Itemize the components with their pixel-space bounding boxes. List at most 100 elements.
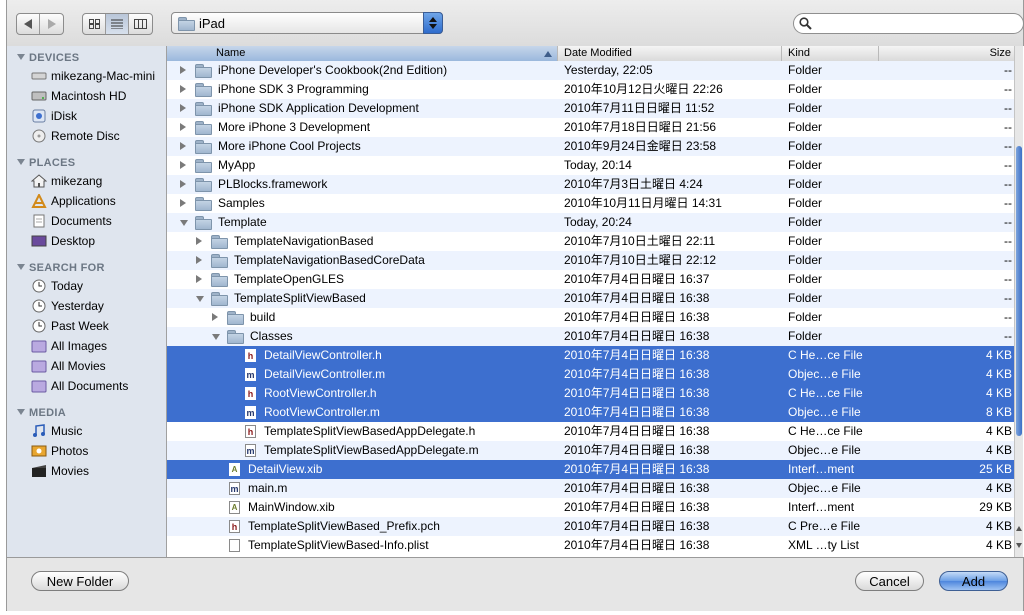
- disclosure-open-icon[interactable]: [196, 296, 204, 302]
- disclosure-closed-icon[interactable]: [196, 275, 202, 283]
- sidebar-section-places[interactable]: PLACES: [17, 157, 75, 169]
- table-row[interactable]: h RootViewController.h 2010年7月4日日曜日 16:38 C…: [167, 384, 1017, 403]
- scrollbar-thumb[interactable]: [1016, 146, 1022, 436]
- sidebar-item-all-images[interactable]: All Images: [31, 337, 107, 355]
- sidebar-item-mac-mini[interactable]: mikezang-Mac-mini: [31, 67, 155, 85]
- sidebar-item-documents[interactable]: Documents: [31, 212, 112, 230]
- sidebar-item-label: Photos: [51, 444, 89, 458]
- cancel-button[interactable]: Cancel: [855, 571, 924, 591]
- table-row[interactable]: A DetailView.xib 2010年7月4日日曜日 16:38 Interf……: [167, 460, 1017, 479]
- sidebar-item-desktop[interactable]: Desktop: [31, 232, 95, 250]
- sidebar-item-past-week[interactable]: Past Week: [31, 317, 109, 335]
- sidebar-item-music[interactable]: Music: [31, 422, 82, 440]
- file-name: DetailView.xib: [248, 462, 323, 476]
- forward-button[interactable]: [40, 14, 63, 34]
- sidebar-item-today[interactable]: Today: [31, 277, 83, 295]
- size-cell: 29 KB: [979, 500, 1012, 514]
- sidebar-item-macintosh-hd[interactable]: Macintosh HD: [31, 87, 126, 105]
- name-cell: More iPhone Cool Projects: [180, 137, 557, 156]
- sidebar-section-devices[interactable]: DEVICES: [17, 52, 79, 64]
- table-row[interactable]: Samples 2010年10月11日月曜日 14:31 Folder --: [167, 194, 1017, 213]
- view-mode-control: [82, 13, 153, 35]
- table-row[interactable]: TemplateSplitViewBased-Info.plist 2010年7月…: [167, 536, 1017, 555]
- location-popup[interactable]: iPad: [171, 12, 443, 34]
- icon-view-button[interactable]: [83, 14, 106, 34]
- scroll-up-icon[interactable]: [1016, 526, 1022, 531]
- h-file-icon: h: [245, 349, 256, 362]
- disclosure-closed-icon[interactable]: [196, 237, 202, 245]
- table-row[interactable]: h DetailViewController.h 2010年7月4日日曜日 16:3…: [167, 346, 1017, 365]
- table-row[interactable]: TemplateOpenGLES 2010年7月4日日曜日 16:37 Folder…: [167, 270, 1017, 289]
- back-button[interactable]: [17, 14, 40, 34]
- new-folder-button[interactable]: New Folder: [31, 571, 129, 591]
- scroll-down-icon[interactable]: [1016, 543, 1022, 548]
- date-cell: 2010年7月4日日曜日 16:38: [564, 424, 710, 438]
- column-header-size[interactable]: Size: [879, 46, 1017, 62]
- table-row[interactable]: iPhone SDK Application Development 2010年7…: [167, 99, 1017, 118]
- disclosure-closed-icon[interactable]: [180, 161, 186, 169]
- disclosure-open-icon[interactable]: [180, 220, 188, 226]
- disclosure-closed-icon[interactable]: [180, 199, 186, 207]
- location-popup-arrows[interactable]: [423, 12, 443, 34]
- disclosure-closed-icon[interactable]: [180, 85, 186, 93]
- sidebar-item-movies[interactable]: Movies: [31, 462, 89, 480]
- disclosure-closed-icon[interactable]: [212, 313, 218, 321]
- table-row[interactable]: m main.m 2010年7月4日日曜日 16:38 Objec…e File 4 K…: [167, 479, 1017, 498]
- add-button[interactable]: Add: [939, 571, 1008, 591]
- sidebar-item-photos[interactable]: Photos: [31, 442, 88, 460]
- column-header-kind[interactable]: Kind: [782, 46, 879, 62]
- list-view-button[interactable]: [106, 14, 129, 34]
- disclosure-open-icon[interactable]: [212, 334, 220, 340]
- table-row[interactable]: iPhone SDK 3 Programming 2010年10月12日火曜日 2…: [167, 80, 1017, 99]
- table-row[interactable]: MyApp Today, 20:14 Folder --: [167, 156, 1017, 175]
- table-row[interactable]: TemplateSplitViewBased 2010年7月4日日曜日 16:38…: [167, 289, 1017, 308]
- table-row[interactable]: iPhone Developer's Cookbook(2nd Edition)…: [167, 61, 1017, 80]
- date-cell: 2010年7月4日日曜日 16:38: [564, 500, 710, 514]
- table-row[interactable]: PLBlocks.framework 2010年7月3日土曜日 4:24 Folde…: [167, 175, 1017, 194]
- vertical-scrollbar[interactable]: [1014, 46, 1023, 557]
- table-row[interactable]: h TemplateSplitViewBasedAppDelegate.h 2010…: [167, 422, 1017, 441]
- sidebar-item-label: Music: [51, 424, 83, 438]
- table-row[interactable]: h TemplateSplitViewBased_Prefix.pch 2010年7…: [167, 517, 1017, 536]
- kind-cell: Folder: [788, 329, 823, 343]
- search-field[interactable]: [793, 13, 1024, 34]
- table-row[interactable]: m TemplateSplitViewBasedAppDelegate.m 2010…: [167, 441, 1017, 460]
- sidebar-item-applications[interactable]: Applications: [31, 192, 116, 210]
- disclosure-closed-icon[interactable]: [180, 66, 186, 74]
- column-view-button[interactable]: [129, 14, 152, 34]
- disclosure-closed-icon[interactable]: [180, 142, 186, 150]
- table-row[interactable]: m DetailViewController.m 2010年7月4日日曜日 16:3…: [167, 365, 1017, 384]
- sidebar-item-yesterday[interactable]: Yesterday: [31, 297, 104, 315]
- sidebar-item-home[interactable]: mikezang: [31, 172, 102, 190]
- sidebar-section-media[interactable]: MEDIA: [17, 407, 66, 419]
- folder-icon: [195, 64, 212, 78]
- name-cell: iPhone SDK 3 Programming: [180, 80, 557, 99]
- table-row[interactable]: Classes 2010年7月4日日曜日 16:38 Folder --: [167, 327, 1017, 346]
- column-header-name[interactable]: Name: [167, 46, 558, 62]
- column-header-date[interactable]: Date Modified: [558, 46, 782, 62]
- sidebar-section-search-for[interactable]: SEARCH FOR: [17, 262, 105, 274]
- sidebar-item-all-movies[interactable]: All Movies: [31, 357, 106, 375]
- table-row[interactable]: build 2010年7月4日日曜日 16:38 Folder --: [167, 308, 1017, 327]
- file-name: TemplateSplitViewBased: [234, 291, 366, 305]
- icon-view-icon: [88, 19, 100, 29]
- table-row[interactable]: TemplateNavigationBased 2010年7月10日土曜日 22:…: [167, 232, 1017, 251]
- disclosure-closed-icon[interactable]: [180, 180, 186, 188]
- table-row[interactable]: More iPhone 3 Development 2010年7月18日日曜日 2…: [167, 118, 1017, 137]
- file-name: iPhone SDK 3 Programming: [218, 82, 369, 96]
- disclosure-closed-icon[interactable]: [196, 256, 202, 264]
- table-row[interactable]: m RootViewController.m 2010年7月4日日曜日 16:38 O…: [167, 403, 1017, 422]
- table-row[interactable]: TemplateNavigationBasedCoreData 2010年7月10…: [167, 251, 1017, 270]
- file-list[interactable]: Name Date Modified Kind Size iPhone Deve…: [167, 46, 1024, 557]
- sidebar-item-remote-disc[interactable]: Remote Disc: [31, 127, 120, 145]
- table-row[interactable]: Template Today, 20:24 Folder --: [167, 213, 1017, 232]
- sidebar-item-all-documents[interactable]: All Documents: [31, 377, 128, 395]
- sidebar-item-idisk[interactable]: iDisk: [31, 107, 77, 125]
- table-row[interactable]: A MainWindow.xib 2010年7月4日日曜日 16:38 Interf……: [167, 498, 1017, 517]
- table-row[interactable]: More iPhone Cool Projects 2010年9月24日金曜日 2…: [167, 137, 1017, 156]
- disclosure-closed-icon[interactable]: [180, 123, 186, 131]
- file-name: Template: [218, 215, 267, 229]
- size-cell: --: [1004, 158, 1012, 172]
- disclosure-closed-icon[interactable]: [180, 104, 186, 112]
- folder-icon: [195, 178, 212, 192]
